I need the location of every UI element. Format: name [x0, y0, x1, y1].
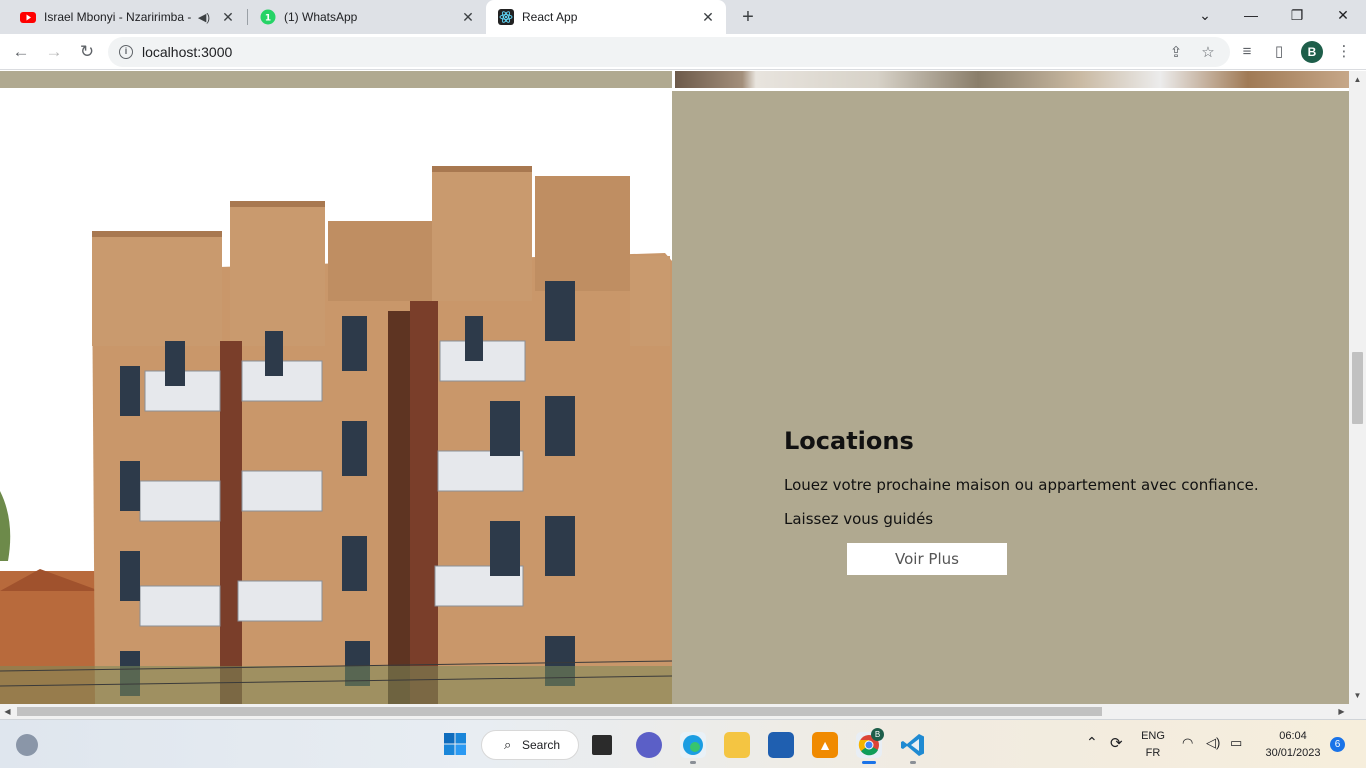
vertical-scrollbar[interactable]: ▲ ▼ [1349, 71, 1366, 704]
share-icon[interactable]: ⇪ [1166, 43, 1186, 63]
voir-plus-button[interactable]: Voir Plus [847, 543, 1007, 575]
previous-section-image [675, 71, 1349, 88]
tab-whatsapp[interactable]: 1 (1) WhatsApp ✕ [240, 0, 486, 34]
taskbar-search-box[interactable]: ⌕ Search [481, 730, 579, 760]
vertical-scroll-thumb[interactable] [1352, 352, 1363, 424]
microsoft-store-icon[interactable] [768, 732, 794, 758]
react-icon [498, 9, 514, 25]
vscode-running-indicator [910, 761, 916, 764]
vlc-icon[interactable]: ▲ [812, 732, 838, 758]
language-indicator-bottom[interactable]: FR [1138, 747, 1168, 759]
notification-badge[interactable]: 6 [1330, 737, 1345, 752]
info-icon[interactable]: i [119, 45, 133, 59]
teams-chat-icon[interactable] [636, 732, 662, 758]
browser-toolbar: ← → ↻ i localhost:3000 ⇪ ☆ ≡ ▯ B ⋮ [0, 34, 1366, 70]
description-line-2: Laissez vous guidés [784, 510, 934, 528]
search-icon: ⌕ [504, 737, 512, 752]
horizontal-scroll-thumb[interactable] [17, 707, 1102, 716]
battery-icon[interactable]: ▭ [1230, 735, 1242, 751]
section-title: Locations [784, 427, 914, 455]
tab-react-app[interactable]: React App ✕ [486, 0, 726, 34]
previous-section-panel [0, 71, 672, 88]
restore-button[interactable]: ❐ [1274, 0, 1320, 30]
file-explorer-icon[interactable] [724, 732, 750, 758]
media-control-icon[interactable]: ≡ [1236, 41, 1258, 63]
address-bar[interactable]: i localhost:3000 ⇪ ☆ [108, 37, 1230, 67]
tab-search-icon[interactable]: ⌄ [1182, 0, 1228, 30]
page-viewport: Locations Louez votre prochaine maison o… [0, 71, 1349, 704]
wifi-icon[interactable]: ◠ [1182, 735, 1193, 751]
vscode-icon[interactable] [900, 732, 926, 758]
close-tab-icon[interactable]: ✕ [460, 9, 476, 25]
edge-browser-icon[interactable] [680, 732, 706, 758]
chrome-active-indicator [862, 761, 876, 764]
scroll-right-arrow-icon[interactable]: ▶ [1334, 704, 1349, 719]
tab-title: Israel Mbonyi - Nzaririmba - [44, 10, 192, 24]
horizontal-scrollbar[interactable]: ◀ ▶ [0, 704, 1366, 719]
minimize-button[interactable]: — [1228, 0, 1274, 30]
youtube-icon [20, 9, 36, 25]
tab-title: React App [522, 10, 578, 24]
description-line-1: Louez votre prochaine maison ou appartem… [784, 476, 1259, 494]
start-windows-icon[interactable] [442, 732, 468, 758]
close-window-button[interactable]: ✕ [1320, 0, 1366, 30]
windows-taskbar: ⌕ Search ▲ B ⌃ ⟳ ENG FR ◠ ◁) ▭ 06:04 30/… [0, 719, 1366, 768]
task-view-icon[interactable] [592, 735, 612, 755]
search-label: Search [522, 738, 561, 752]
tab-youtube[interactable]: Israel Mbonyi - Nzaririmba - ◀) ✕ [0, 0, 246, 34]
sync-icon[interactable]: ⟳ [1110, 734, 1123, 752]
new-tab-button[interactable]: + [738, 7, 758, 27]
language-indicator-top[interactable]: ENG [1138, 730, 1168, 742]
close-tab-icon[interactable]: ✕ [700, 9, 716, 25]
chrome-profile-badge: B [871, 728, 884, 741]
close-tab-icon[interactable]: ✕ [220, 9, 236, 25]
back-arrow-icon[interactable]: ← [9, 40, 33, 64]
volume-icon[interactable]: ◁) [1206, 735, 1220, 751]
reload-icon[interactable]: ↻ [75, 40, 99, 64]
clock-time[interactable]: 06:04 [1260, 730, 1326, 742]
apartment-building-image [0, 91, 672, 704]
profile-avatar[interactable]: B [1301, 41, 1323, 63]
speaker-icon[interactable]: ◀) [198, 11, 210, 24]
locations-info-panel: Locations Louez votre prochaine maison o… [672, 91, 1349, 704]
whatsapp-icon: 1 [260, 9, 276, 25]
forward-arrow-icon[interactable]: → [42, 40, 66, 64]
screen: Israel Mbonyi - Nzaririmba - ◀) ✕ 1 (1) … [0, 0, 1366, 768]
edge-running-indicator [690, 761, 696, 764]
scroll-left-arrow-icon[interactable]: ◀ [0, 704, 15, 719]
bookmark-star-icon[interactable]: ☆ [1198, 43, 1218, 63]
weather-widget-icon[interactable] [16, 734, 38, 756]
menu-kebab-icon[interactable]: ⋮ [1333, 41, 1355, 63]
tab-title: (1) WhatsApp [284, 10, 358, 24]
scroll-down-arrow-icon[interactable]: ▼ [1349, 687, 1366, 704]
scroll-up-arrow-icon[interactable]: ▲ [1349, 71, 1366, 88]
chevron-up-icon[interactable]: ⌃ [1086, 734, 1098, 751]
url-text[interactable]: localhost:3000 [142, 44, 232, 60]
svg-text:1: 1 [265, 14, 271, 24]
side-panel-icon[interactable]: ▯ [1268, 41, 1290, 63]
clock-date[interactable]: 30/01/2023 [1260, 747, 1326, 759]
tab-strip: Israel Mbonyi - Nzaririmba - ◀) ✕ 1 (1) … [0, 0, 1366, 34]
